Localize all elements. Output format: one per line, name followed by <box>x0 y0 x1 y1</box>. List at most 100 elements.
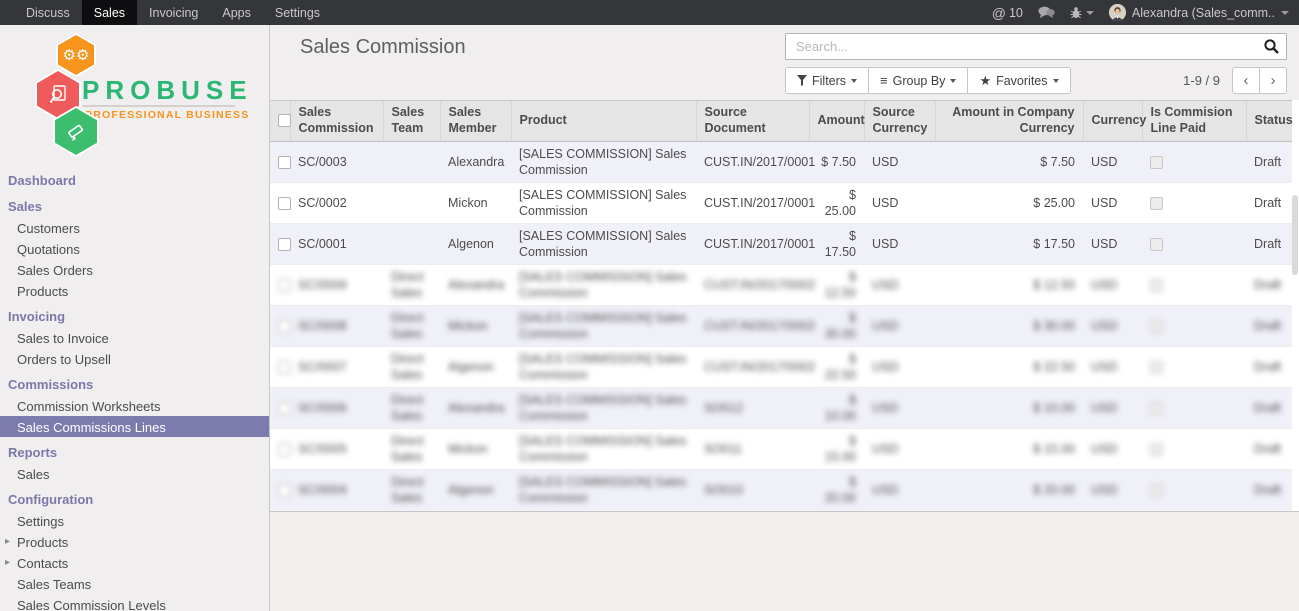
row-select-checkbox[interactable] <box>278 443 291 456</box>
column-header-status[interactable]: Status <box>1246 101 1292 142</box>
cell-status: Draft <box>1254 319 1281 333</box>
table-row[interactable]: SC/0001Algenon[SALES COMMISSION] Sales C… <box>270 224 1292 265</box>
column-header-product[interactable]: Product <box>511 101 696 142</box>
sidebar-item-commissions[interactable]: Commissions <box>0 374 269 395</box>
row-select-checkbox[interactable] <box>278 320 291 333</box>
topbar-menu-settings[interactable]: Settings <box>263 0 332 25</box>
cell-status: Draft <box>1254 442 1281 456</box>
sidebar-item-label: Sales Orders <box>17 263 93 278</box>
filters-button[interactable]: Filters <box>785 67 869 94</box>
scrollbar-thumb[interactable] <box>1292 195 1298 275</box>
topbar-menu-invoicing[interactable]: Invoicing <box>137 0 210 25</box>
pager-next-button[interactable]: › <box>1259 67 1287 94</box>
sidebar-item-invoicing[interactable]: Invoicing <box>0 306 269 327</box>
column-header-sales-member[interactable]: Sales Member <box>440 101 511 142</box>
sidebar-item-orders-to-upsell[interactable]: Orders to Upsell <box>0 348 269 369</box>
cell-source-document: CUST.IN/2017/0002 <box>704 360 815 374</box>
column-header-is-commision-line-paid[interactable]: Is Commision Line Paid <box>1142 101 1246 142</box>
expand-caret-icon[interactable]: ▸ <box>5 536 10 547</box>
table-body: SC/0003Alexandra[SALES COMMISSION] Sales… <box>270 142 1292 511</box>
row-select-checkbox[interactable] <box>278 402 291 415</box>
table-row[interactable]: SC/0008Direct SalesMickon[SALES COMMISSI… <box>270 306 1292 347</box>
favorites-button[interactable]: ★ Favorites <box>967 67 1070 94</box>
column-header-amount-in-company-currency[interactable]: Amount in Company Currency <box>935 101 1083 142</box>
column-header-currency[interactable]: Currency <box>1083 101 1142 142</box>
cell-company-amount: $ 7.50 <box>1040 155 1075 169</box>
row-select-checkbox[interactable] <box>278 361 291 374</box>
cell-currency: USD <box>1091 278 1117 292</box>
topbar-menu-discuss[interactable]: Discuss <box>14 0 82 25</box>
page-title: Sales Commission <box>300 36 466 59</box>
cell-team: Direct Sales <box>391 311 424 341</box>
sidebar-item-label: Sales <box>17 467 50 482</box>
table-row[interactable]: SC/0005Direct SalesMickon[SALES COMMISSI… <box>270 429 1292 470</box>
column-header-sales-team[interactable]: Sales Team <box>383 101 440 142</box>
sidebar-item-sales[interactable]: Sales <box>0 196 269 217</box>
group-by-button[interactable]: ≡ Group By <box>868 67 968 94</box>
table-row[interactable]: SC/0009Direct SalesAlexandra[SALES COMMI… <box>270 265 1292 306</box>
table-row[interactable]: SC/0002Mickon[SALES COMMISSION] Sales Co… <box>270 183 1292 224</box>
sidebar-item-label: Reports <box>8 445 57 460</box>
search-input[interactable] <box>785 33 1287 60</box>
table-row[interactable]: SC/0007Direct SalesAlgenon[SALES COMMISS… <box>270 347 1292 388</box>
sidebar-item-sales-teams[interactable]: Sales Teams <box>0 573 269 594</box>
sidebar-item-customers[interactable]: Customers <box>0 217 269 238</box>
sidebar-item-sales-commissions-lines[interactable]: Sales Commissions Lines <box>0 416 269 437</box>
cell-source-document: CUST.IN/2017/0002 <box>704 278 815 292</box>
sidebar-item-label: Sales <box>8 199 42 214</box>
sidebar-item-label: Sales Commission Levels <box>17 598 166 611</box>
search-icon[interactable] <box>1263 38 1280 60</box>
sidebar-item-label: Sales to Invoice <box>17 331 109 346</box>
select-all-checkbox[interactable] <box>278 114 291 127</box>
debug-menu[interactable] <box>1070 6 1094 19</box>
table-row[interactable]: SC/0004Direct SalesAlgenon[SALES COMMISS… <box>270 470 1292 511</box>
expand-caret-icon[interactable]: ▸ <box>5 557 10 568</box>
messages-icon[interactable] <box>1038 6 1055 19</box>
column-header-amount[interactable]: Amount <box>809 101 864 142</box>
sidebar-item-contacts[interactable]: ▸Contacts <box>0 552 269 573</box>
cell-member: Alexandra <box>448 155 504 169</box>
main-content: Sales Commission <box>270 25 1299 611</box>
cell-commission: SC/0008 <box>298 319 347 333</box>
sidebar-item-products[interactable]: Products <box>0 280 269 301</box>
sidebar-item-label: Commissions <box>8 377 93 392</box>
cell-product: [SALES COMMISSION] Sales Commission <box>519 188 686 218</box>
cell-status: Draft <box>1254 155 1281 169</box>
table-row[interactable]: SC/0006Direct SalesAlexandra[SALES COMMI… <box>270 388 1292 429</box>
topbar: DiscussSalesInvoicingAppsSettings @ 10 <box>0 0 1299 25</box>
sidebar-item-sales-orders[interactable]: Sales Orders <box>0 259 269 280</box>
topbar-menu-sales[interactable]: Sales <box>82 0 137 25</box>
user-menu[interactable]: Alexandra (Sales_comm.. <box>1109 4 1289 21</box>
cell-company-amount: $ 15.00 <box>1033 442 1075 456</box>
row-select-checkbox[interactable] <box>278 238 291 251</box>
column-header-source-document[interactable]: Source Document <box>696 101 809 142</box>
row-select-checkbox[interactable] <box>278 156 291 169</box>
cell-source-currency: USD <box>872 278 898 292</box>
sidebar-item-settings[interactable]: Settings <box>0 510 269 531</box>
sidebar-item-sales-to-invoice[interactable]: Sales to Invoice <box>0 327 269 348</box>
mention-count: 10 <box>1009 6 1023 20</box>
sidebar-item-dashboard[interactable]: Dashboard <box>0 170 269 191</box>
cell-member: Alexandra <box>448 278 504 292</box>
search-view-buttons: Filters ≡ Group By ★ Favorites <box>785 67 1071 94</box>
sidebar-item-reports[interactable]: Reports <box>0 442 269 463</box>
cell-member: Mickon <box>448 196 488 210</box>
topbar-menu-apps[interactable]: Apps <box>210 0 263 25</box>
sidebar-item-sales[interactable]: Sales <box>0 463 269 484</box>
sidebar-item-quotations[interactable]: Quotations <box>0 238 269 259</box>
column-header-sales-commission[interactable]: Sales Commission <box>290 101 383 142</box>
sidebar-item-commission-worksheets[interactable]: Commission Worksheets <box>0 395 269 416</box>
cell-source-currency: USD <box>872 360 898 374</box>
row-select-checkbox[interactable] <box>278 197 291 210</box>
table-row[interactable]: SC/0003Alexandra[SALES COMMISSION] Sales… <box>270 142 1292 183</box>
column-header-source-currency[interactable]: Source Currency <box>864 101 935 142</box>
is-paid-checkbox <box>1150 279 1163 292</box>
row-select-checkbox[interactable] <box>278 484 291 497</box>
pager-previous-button[interactable]: ‹ <box>1232 67 1260 94</box>
row-select-checkbox[interactable] <box>278 279 291 292</box>
cell-member: Algenon <box>448 483 494 497</box>
sidebar-item-products[interactable]: ▸Products <box>0 531 269 552</box>
mentions-counter[interactable]: @ 10 <box>992 5 1023 21</box>
sidebar-item-sales-commission-levels[interactable]: Sales Commission Levels <box>0 594 269 611</box>
sidebar-item-configuration[interactable]: Configuration <box>0 489 269 510</box>
